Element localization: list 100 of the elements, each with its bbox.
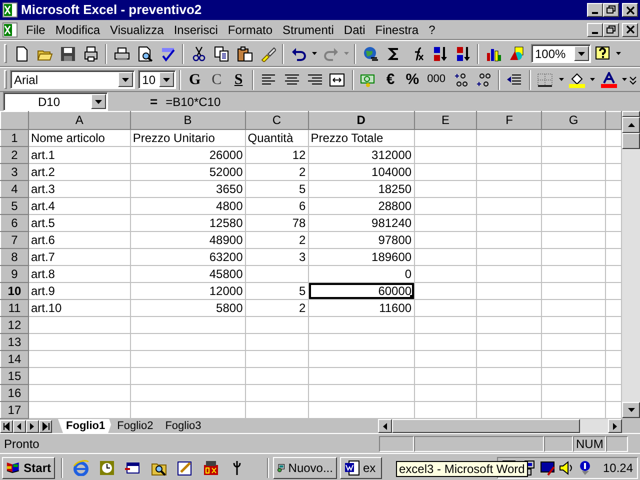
minimize-icon [592, 12, 598, 14]
row-header[interactable]: 13 [0, 334, 28, 350]
caret-icon [577, 50, 586, 56]
dropdown-button[interactable] [118, 72, 134, 87]
row-header[interactable]: 4 [0, 180, 28, 198]
menu-item[interactable]: ? [424, 20, 440, 38]
close-button[interactable] [622, 22, 638, 36]
column-header[interactable]: D [308, 112, 414, 130]
table-cell: Prezzo Totale [308, 130, 414, 146]
previous-sheet-button[interactable] [13, 420, 26, 432]
row-header[interactable]: 15 [0, 368, 28, 384]
bold-button[interactable]: G [184, 68, 206, 90]
first-sheet-button[interactable] [0, 420, 13, 432]
table-cell: art.9 [28, 282, 130, 300]
table-cell: Prezzo Unitario [130, 130, 246, 146]
menu-item[interactable]: Dati [338, 20, 370, 38]
status-message: Pronto [4, 436, 40, 452]
dropdown-button[interactable] [574, 46, 589, 61]
vertical-scrollbar[interactable] [622, 111, 640, 418]
restore-button[interactable] [603, 22, 619, 36]
table-cell: 48900 [130, 232, 246, 248]
scrollbar-thumb[interactable] [392, 419, 580, 433]
font-combo[interactable]: Arial [10, 70, 136, 89]
column-header[interactable]: B [130, 112, 246, 130]
row-header[interactable]: 11 [0, 300, 28, 316]
percent-button[interactable]: % [402, 68, 424, 90]
row-header[interactable]: 2 [0, 146, 28, 164]
select-all-button[interactable] [0, 112, 28, 130]
document-icon[interactable] [2, 22, 18, 38]
next-sheet-button[interactable] [26, 420, 39, 432]
minimize-button[interactable] [587, 3, 603, 17]
row-header[interactable]: 16 [0, 384, 28, 402]
row-header[interactable]: 6 [0, 214, 28, 232]
dropdown-button[interactable] [158, 72, 174, 87]
more-buttons-icon[interactable] [629, 74, 638, 84]
row-header[interactable]: 5 [0, 198, 28, 214]
scroll-left-button[interactable] [378, 419, 392, 433]
speaker-icon[interactable] [558, 460, 575, 476]
table-cell: art.4 [28, 198, 130, 214]
row-header[interactable]: 3 [0, 164, 28, 180]
menu-item[interactable]: Modifica [50, 20, 106, 38]
close-icon [626, 6, 634, 14]
font-name: Arial [14, 72, 38, 88]
zoom-combo[interactable]: 100% [531, 44, 591, 63]
name-box[interactable]: D10 [3, 92, 108, 111]
close-icon [626, 25, 634, 34]
menu-item[interactable]: File [21, 20, 50, 38]
last-sheet-button[interactable] [39, 420, 52, 432]
row-header[interactable]: 7 [0, 232, 28, 248]
scroll-down-button[interactable] [622, 402, 640, 418]
task-button[interactable]: Nuovo... [272, 456, 337, 478]
column-header[interactable]: F [476, 112, 542, 130]
table-cell: 18250 [308, 180, 414, 198]
row-header[interactable]: 14 [0, 350, 28, 368]
font-size-combo[interactable]: 10 [138, 70, 176, 89]
table-cell: 60000 [308, 282, 414, 300]
dropdown-button[interactable] [91, 94, 106, 109]
start-button[interactable]: Start [2, 456, 55, 478]
table-cell: art.5 [28, 214, 130, 232]
scroll-right-button[interactable] [608, 419, 622, 433]
equals-sign[interactable]: = [150, 92, 158, 112]
underline-button[interactable]: S [228, 68, 250, 90]
sheet-tab[interactable]: Foglio1 [58, 419, 114, 433]
table-cell: 5 [245, 180, 308, 198]
minimize-button[interactable] [587, 22, 603, 36]
restore-button[interactable] [603, 3, 619, 17]
row-header[interactable]: 17 [0, 402, 28, 418]
formula-field[interactable]: =B10*C10 [166, 92, 626, 110]
menu-item[interactable]: Finestra [370, 20, 424, 38]
euro-button[interactable]: € [380, 68, 402, 90]
scroll-up-button[interactable] [622, 117, 640, 133]
clock: 10.24 [602, 460, 633, 476]
display-icon[interactable] [540, 460, 556, 476]
split-box[interactable] [622, 111, 640, 117]
row-header[interactable]: 1 [0, 130, 28, 146]
table-cell: 312000 [308, 146, 414, 164]
row-header[interactable]: 12 [0, 316, 28, 334]
table-cell: art.1 [28, 146, 130, 164]
column-header[interactable]: C [245, 112, 308, 130]
table-cell: art.10 [28, 300, 130, 316]
horizontal-scrollbar[interactable] [378, 419, 622, 433]
menu-item[interactable]: Visualizza [105, 20, 169, 38]
italic-button[interactable]: C [206, 68, 228, 90]
task-button[interactable]: ex [340, 456, 382, 478]
row-header[interactable]: 9 [0, 266, 28, 282]
menu-item[interactable]: Strumenti [278, 20, 339, 38]
column-header[interactable]: G [542, 112, 606, 130]
table-cell: 2 [245, 164, 308, 180]
column-header[interactable] [605, 112, 622, 130]
scrollbar-thumb[interactable] [622, 133, 640, 149]
close-button[interactable] [622, 3, 638, 17]
row-header[interactable]: 10 [0, 282, 28, 300]
column-header[interactable]: E [414, 112, 477, 130]
table-cell: 52000 [130, 164, 246, 180]
column-header[interactable]: A [28, 112, 130, 130]
menu-item[interactable]: Inserisci [168, 20, 223, 38]
row-header[interactable]: 8 [0, 248, 28, 266]
thousands-button[interactable]: 000 [423, 68, 450, 90]
font-size: 10 [142, 72, 156, 88]
menu-item[interactable]: Formato [222, 20, 278, 38]
